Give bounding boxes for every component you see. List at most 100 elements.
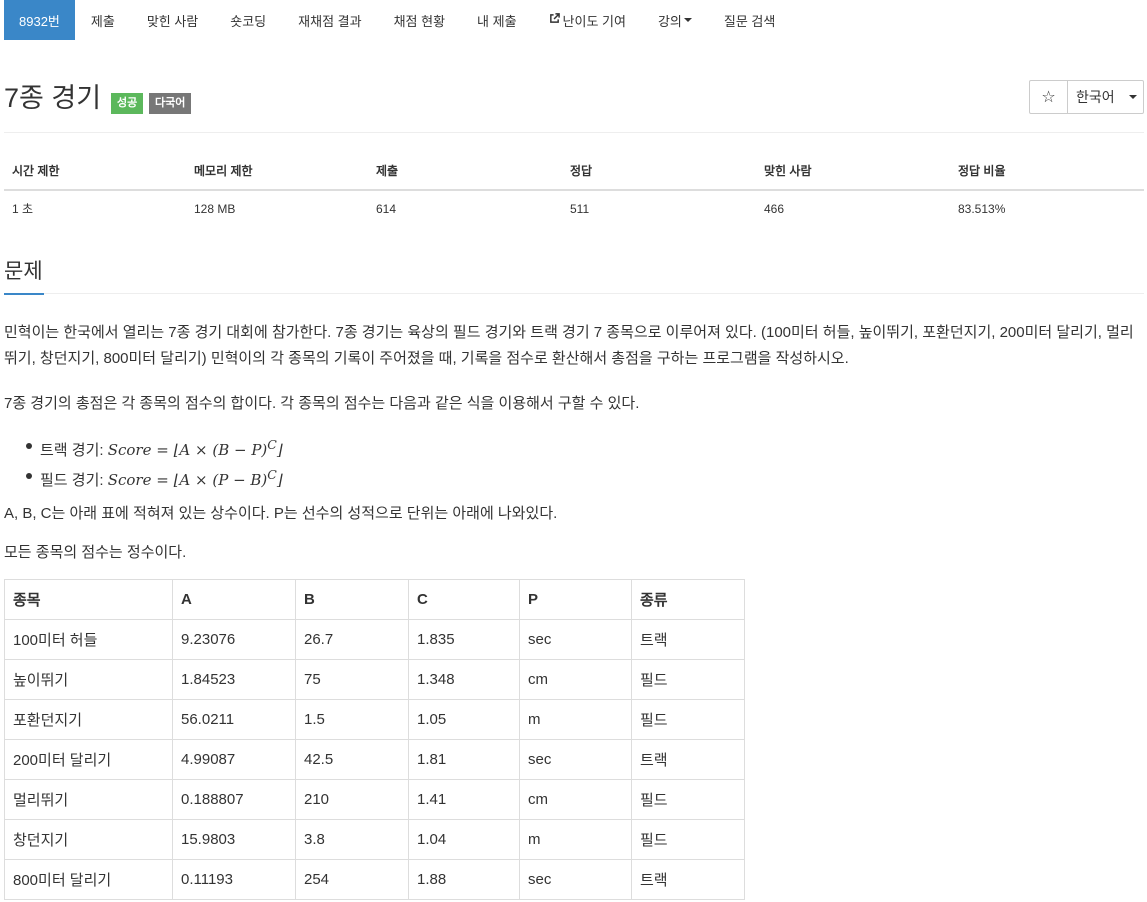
info-header: 정답 비율 [950, 152, 1144, 191]
table-cell: sec [519, 619, 632, 660]
language-select-button[interactable]: 한국어 [1068, 81, 1143, 113]
list-item: 트랙 경기: Score = ⌊A × (B − P)C⌋ [24, 430, 283, 460]
nav-difficulty-contribution[interactable]: 난이도 기여 [533, 0, 642, 40]
column-header: 종목 [4, 579, 173, 620]
favorite-star-button[interactable]: ☆ [1030, 81, 1068, 113]
table-cell: 75 [295, 659, 409, 700]
language-label: 한국어 [1076, 89, 1115, 105]
header-actions: ☆ 한국어 [1029, 80, 1144, 114]
table-cell: m [519, 699, 632, 740]
nav-status[interactable]: 채점 현황 [378, 0, 461, 40]
formula: Score = ⌊A × (P − B)C⌋ [107, 467, 283, 489]
info-header: 시간 제한 [4, 152, 186, 191]
nav-label: 맞힌 사람 [146, 13, 199, 29]
solved-badge: 성공 [111, 93, 144, 114]
table-cell: cm [519, 779, 632, 820]
formula-body: Score = ⌊A × (B − P) [107, 441, 268, 459]
nav-submit[interactable]: 제출 [75, 0, 131, 40]
table-cell: 1.88 [408, 859, 520, 900]
table-cell: 56.0211 [172, 699, 296, 740]
table-cell: 9.23076 [172, 619, 296, 660]
nav-label: 내 제출 [477, 13, 517, 29]
table-cell: 1.05 [408, 699, 520, 740]
table-cell: 트랙 [631, 619, 745, 660]
star-icon: ☆ [1041, 89, 1056, 106]
problem-info-table: 시간 제한 메모리 제한 제출 정답 맞힌 사람 정답 비율 1 초 128 M… [4, 152, 1144, 226]
events-table: 종목 A B C P 종류 100미터 허들 9.23076 26.7 1.83… [4, 579, 745, 900]
table-cell: 1.41 [408, 779, 520, 820]
nav-label: 8932번 [19, 13, 60, 29]
formula-list: 트랙 경기: Score = ⌊A × (B − P)C⌋ 필드 경기: Sco… [24, 430, 283, 490]
table-cell: 트랙 [631, 859, 745, 900]
table-cell: 26.7 [295, 619, 409, 660]
table-row: 포환던지기 56.0211 1.5 1.05 m 필드 [4, 699, 745, 740]
nav-lectures-dropdown[interactable]: 강의 [642, 0, 708, 40]
nav-solved-users[interactable]: 맞힌 사람 [131, 0, 214, 40]
nav-label: 제출 [90, 13, 115, 29]
table-cell: 1.04 [408, 819, 520, 860]
table-cell: m [519, 819, 632, 860]
table-cell: 200미터 달리기 [4, 739, 173, 780]
nav-label: 질문 검색 [723, 13, 776, 29]
nav-label: 강의 [657, 13, 682, 29]
table-cell: 1.348 [408, 659, 520, 700]
info-header: 제출 [368, 152, 562, 191]
nav-problem-number[interactable]: 8932번 [4, 0, 75, 40]
table-cell: 포환던지기 [4, 699, 173, 740]
table-cell: 4.99087 [172, 739, 296, 780]
table-cell: 3.8 [295, 819, 409, 860]
formula: Score = ⌊A × (B − P)C⌋ [107, 437, 283, 459]
problem-description: 민혁이는 한국에서 열리는 7종 경기 대회에 참가한다. 7종 경기는 육상의… [4, 324, 1134, 367]
nav-label: 재채점 결과 [298, 13, 362, 29]
table-cell: 필드 [631, 699, 745, 740]
formula-close: ⌋ [276, 441, 283, 459]
table-cell: 필드 [631, 819, 745, 860]
table-row: 1 초 128 MB 614 511 466 83.513% [4, 190, 1144, 226]
formula-label: 필드 경기: [40, 472, 108, 489]
table-cell: 210 [295, 779, 409, 820]
list-item: 필드 경기: Score = ⌊A × (P − B)C⌋ [24, 460, 283, 490]
table-cell: 1.84523 [172, 659, 296, 700]
nav-rejudge-results[interactable]: 재채점 결과 [282, 0, 377, 40]
table-cell: 창던지기 [4, 819, 173, 860]
column-header: B [295, 579, 409, 620]
table-cell: 15.9803 [172, 819, 296, 860]
section-underline [4, 293, 44, 295]
nav-label: 채점 현황 [393, 13, 446, 29]
column-header: P [519, 579, 632, 620]
table-cell: 높이뛰기 [4, 659, 173, 700]
problem-header: 7종 경기 성공 다국어 ☆ 한국어 [4, 80, 1144, 120]
table-cell: 42.5 [295, 739, 409, 780]
table-cell: 1.81 [408, 739, 520, 780]
formula-close: ⌋ [276, 471, 283, 489]
table-cell: sec [519, 739, 632, 780]
solved-users-value: 466 [764, 201, 785, 216]
formula-exponent: C [267, 437, 277, 452]
table-cell: 100미터 허들 [4, 619, 173, 660]
table-cell: 필드 [631, 659, 745, 700]
section-title: 문제 [4, 260, 43, 283]
problem-description: 모든 종목의 점수는 정수이다. [4, 544, 187, 561]
nav-my-submissions[interactable]: 내 제출 [461, 0, 533, 40]
time-limit-value: 1 초 [12, 202, 34, 216]
table-row: 800미터 달리기 0.11193 254 1.88 sec 트랙 [4, 859, 745, 900]
table-cell: sec [519, 859, 632, 900]
divider [4, 132, 1144, 133]
nav-question-search[interactable]: 질문 검색 [708, 0, 791, 40]
table-cell: 254 [295, 859, 409, 900]
nav-label: 숏코딩 [230, 13, 267, 29]
table-header-row: 시간 제한 메모리 제한 제출 정답 맞힌 사람 정답 비율 [4, 152, 1144, 191]
table-cell: 1.5 [295, 699, 409, 740]
column-header: C [408, 579, 520, 620]
info-header: 맞힌 사람 [756, 152, 950, 191]
formula-body: Score = ⌊A × (P − B) [107, 471, 268, 489]
problem-description: A, B, C는 아래 표에 적혀져 있는 상수이다. P는 선수의 성적으로 … [4, 505, 558, 522]
divider [44, 293, 1144, 294]
nav-short-coding[interactable]: 숏코딩 [214, 0, 282, 40]
table-row: 200미터 달리기 4.99087 42.5 1.81 sec 트랙 [4, 739, 745, 780]
table-row: 높이뛰기 1.84523 75 1.348 cm 필드 [4, 659, 745, 700]
info-header: 정답 [562, 152, 756, 191]
table-cell: 0.188807 [172, 779, 296, 820]
table-row: 창던지기 15.9803 3.8 1.04 m 필드 [4, 819, 745, 860]
table-row: 멀리뛰기 0.188807 210 1.41 cm 필드 [4, 779, 745, 820]
